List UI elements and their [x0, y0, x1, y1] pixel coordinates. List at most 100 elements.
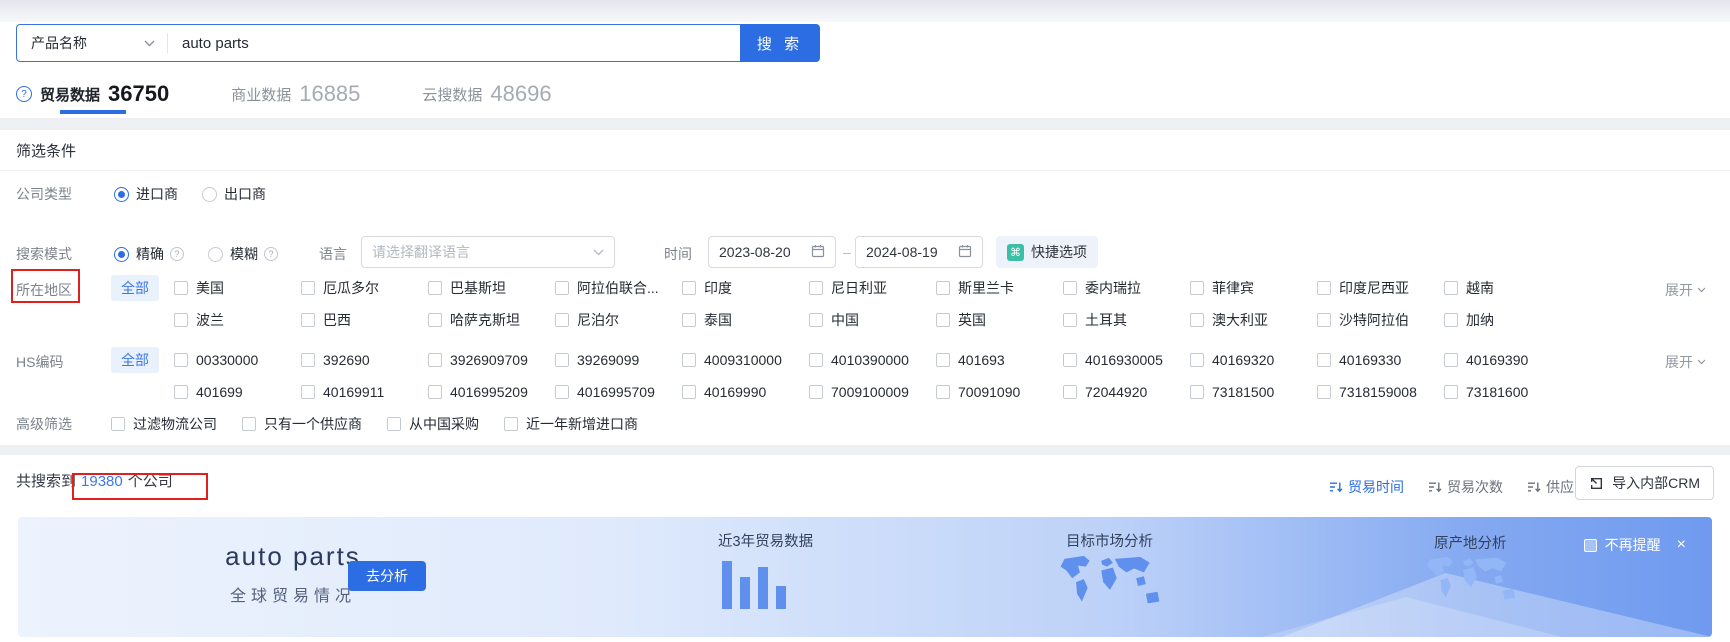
dismiss-checkbox[interactable] — [1583, 538, 1597, 552]
search-category-select[interactable]: 产品名称 — [17, 33, 167, 53]
summary-suffix: 个公司 — [127, 473, 173, 490]
question-circle-icon[interactable]: ? — [16, 86, 32, 102]
hs-code-checkbox-item[interactable]: 4009310000 — [682, 350, 809, 370]
hs-code-checkbox-item[interactable]: 7009100009 — [809, 382, 936, 402]
checkbox — [1317, 281, 1331, 295]
hs-code-checkbox-item[interactable]: 40169911 — [301, 382, 428, 402]
hs-code-checkbox-item[interactable]: 73181500 — [1190, 382, 1317, 402]
sort-trade-count[interactable]: 贸易次数 — [1428, 477, 1503, 497]
go-analyze-button[interactable]: 去分析 — [348, 561, 426, 591]
tab-cloud-search-data[interactable]: 云搜数据 48696 — [422, 76, 551, 112]
checkbox — [1063, 281, 1077, 295]
results-summary: 共搜索到 19380 个公司 — [16, 470, 173, 491]
hs-code-checkbox-item[interactable]: 4016930005 — [1063, 350, 1190, 370]
region-checkbox-item[interactable]: 美国 — [174, 278, 301, 298]
checkbox — [174, 385, 188, 399]
hs-code-checkbox-item[interactable]: 00330000 — [174, 350, 301, 370]
checkbox — [936, 385, 950, 399]
chevron-down-icon — [144, 40, 155, 47]
region-checkbox-item[interactable]: 沙特阿拉伯 — [1317, 310, 1444, 330]
region-checkbox-item[interactable]: 土耳其 — [1063, 310, 1190, 330]
tab-trade-data[interactable]: ? 贸易数据 36750 — [16, 76, 169, 112]
hs-code-checkbox-item[interactable]: 4016995209 — [428, 382, 555, 402]
hs-code-checkbox-item[interactable]: 70091090 — [936, 382, 1063, 402]
start-date-picker[interactable]: 2023-08-20 — [708, 236, 836, 268]
checkbox — [682, 313, 696, 327]
quick-options-button[interactable]: ⌘ 快捷选项 — [996, 236, 1098, 268]
checkbox-label: 40169320 — [1212, 352, 1275, 368]
start-date-value: 2023-08-20 — [719, 244, 791, 260]
region-checkbox-item[interactable]: 越南 — [1444, 278, 1571, 298]
hs-code-checkbox-item[interactable]: 3926909709 — [428, 350, 555, 370]
radio-exporter[interactable]: 出口商 — [202, 184, 266, 204]
end-date-picker[interactable]: 2024-08-19 — [855, 236, 983, 268]
hs-code-checkbox-item[interactable]: 40169390 — [1444, 350, 1571, 370]
checkbox-label: 印度尼西亚 — [1339, 280, 1409, 296]
region-checkbox-item[interactable]: 泰国 — [682, 310, 809, 330]
region-checkbox-item[interactable]: 尼日利亚 — [809, 278, 936, 298]
region-checkbox-item[interactable]: 英国 — [936, 310, 1063, 330]
advanced-checkbox-item[interactable]: 近一年新增进口商 — [504, 414, 638, 434]
hs-code-checkbox-item[interactable]: 40169320 — [1190, 350, 1317, 370]
advanced-filter-label: 高级筛选 — [16, 416, 72, 432]
hs-code-checkbox-item[interactable]: 73181600 — [1444, 382, 1571, 402]
sort-label: 贸易时间 — [1348, 479, 1404, 495]
hs-code-checkbox-item[interactable]: 4010390000 — [809, 350, 936, 370]
region-checkbox-item[interactable]: 印度 — [682, 278, 809, 298]
region-checkbox-item[interactable]: 加纳 — [1444, 310, 1571, 330]
search-category-label: 产品名称 — [31, 35, 87, 51]
checkbox-label: 波兰 — [196, 312, 224, 328]
advanced-checkbox-item[interactable]: 只有一个供应商 — [242, 414, 362, 434]
close-icon[interactable]: × — [1677, 537, 1686, 553]
region-checkbox-item[interactable]: 印度尼西亚 — [1317, 278, 1444, 298]
sort-trade-time[interactable]: 贸易时间 — [1329, 477, 1404, 497]
hs-code-checkbox-item[interactable]: 40169330 — [1317, 350, 1444, 370]
hs-code-checkbox-item[interactable]: 4016995709 — [555, 382, 682, 402]
region-checkbox-item[interactable]: 厄瓜多尔 — [301, 278, 428, 298]
search-bar: 产品名称 搜 索 — [16, 24, 820, 62]
checkbox — [1444, 281, 1458, 295]
region-checkbox-item[interactable]: 委内瑞拉 — [1063, 278, 1190, 298]
hs-code-checkbox-item[interactable]: 401699 — [174, 382, 301, 402]
hs-code-checkbox-item[interactable]: 72044920 — [1063, 382, 1190, 402]
language-select[interactable]: 请选择翻译语言 — [361, 236, 615, 268]
advanced-checkbox-item[interactable]: 过滤物流公司 — [111, 414, 217, 434]
expand-label: 展开 — [1665, 282, 1693, 298]
region-checkbox-item[interactable]: 哈萨克斯坦 — [428, 310, 555, 330]
region-checkbox-item[interactable]: 尼泊尔 — [555, 310, 682, 330]
checkbox-label: 中国 — [831, 312, 859, 328]
region-checkbox-item[interactable]: 巴基斯坦 — [428, 278, 555, 298]
region-expand-link[interactable]: 展开 — [1665, 280, 1706, 300]
region-checkbox-item[interactable]: 阿拉伯联合... — [555, 278, 682, 298]
hs-code-all-button[interactable]: 全部 — [111, 347, 159, 373]
checkbox — [1317, 313, 1331, 327]
radio-importer[interactable]: 进口商 — [114, 184, 178, 204]
region-checkbox-item[interactable]: 澳大利亚 — [1190, 310, 1317, 330]
results-panel: 共搜索到 19380 个公司 贸易时间 贸易次数 供应商数 导入内部CRM au… — [0, 455, 1730, 642]
hs-code-checkbox-item[interactable]: 40169990 — [682, 382, 809, 402]
import-crm-button[interactable]: 导入内部CRM — [1575, 466, 1714, 500]
checkbox-label: 40169911 — [323, 384, 385, 400]
hs-code-checkbox-item[interactable]: 39269099 — [555, 350, 682, 370]
hs-code-checkbox-item[interactable]: 401693 — [936, 350, 1063, 370]
hs-code-checkbox-item[interactable]: 7318159008 — [1317, 382, 1444, 402]
tab-business-data[interactable]: 商业数据 16885 — [231, 76, 360, 112]
hs-code-expand-link[interactable]: 展开 — [1665, 352, 1706, 372]
radio-exact[interactable]: 精确 ? — [114, 244, 184, 264]
info-icon[interactable]: ? — [170, 247, 184, 261]
region-checkbox-item[interactable]: 斯里兰卡 — [936, 278, 1063, 298]
search-input[interactable] — [168, 34, 740, 52]
region-checkbox-item[interactable]: 巴西 — [301, 310, 428, 330]
info-icon[interactable]: ? — [264, 247, 278, 261]
region-checkbox-item[interactable]: 中国 — [809, 310, 936, 330]
radio-fuzzy[interactable]: 模糊 ? — [208, 244, 278, 264]
region-all-button[interactable]: 全部 — [111, 275, 159, 301]
checkbox — [1063, 385, 1077, 399]
checkbox — [242, 417, 256, 431]
search-button[interactable]: 搜 索 — [740, 24, 820, 62]
summary-count: 19380 — [81, 473, 123, 490]
advanced-checkbox-item[interactable]: 从中国采购 — [387, 414, 479, 434]
region-checkbox-item[interactable]: 波兰 — [174, 310, 301, 330]
hs-code-checkbox-item[interactable]: 392690 — [301, 350, 428, 370]
region-checkbox-item[interactable]: 菲律宾 — [1190, 278, 1317, 298]
